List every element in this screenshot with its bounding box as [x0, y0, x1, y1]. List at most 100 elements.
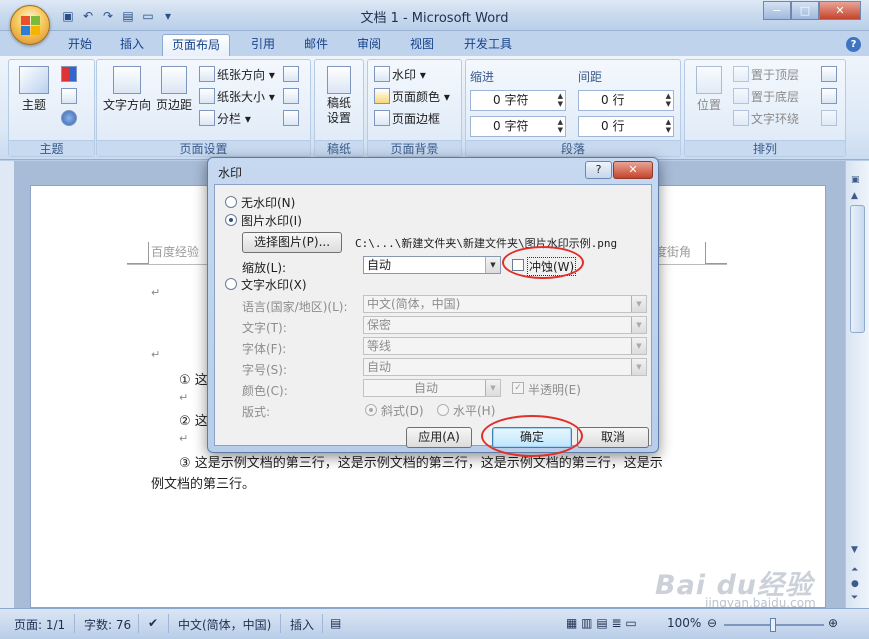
theme-button[interactable]: 主题 — [17, 66, 51, 113]
scale-label: 缩放(L): — [242, 261, 287, 275]
office-button[interactable] — [10, 5, 50, 45]
chevron-down-icon[interactable]: ▼ — [485, 380, 500, 396]
print-layout-icon[interactable]: ▦ — [566, 616, 577, 630]
picture-watermark-label[interactable]: 图片水印(I) — [241, 212, 302, 229]
status-language[interactable]: 中文(简体，中国) — [178, 616, 271, 633]
group-objects-button[interactable] — [821, 88, 839, 104]
chevron-down-icon[interactable]: ▼ — [485, 257, 500, 273]
text-watermark-radio[interactable] — [225, 278, 237, 290]
previous-page-icon[interactable]: ⏶ — [851, 565, 858, 575]
picture-watermark-radio[interactable] — [225, 214, 237, 226]
zoom-level[interactable]: 100% — [667, 616, 701, 630]
dialog-help-button[interactable]: ? — [585, 161, 612, 179]
page-borders-button[interactable]: 页面边框 — [374, 110, 440, 127]
full-screen-reading-icon[interactable]: ▥ — [581, 616, 592, 630]
ruler-toggle-icon[interactable]: ▣ — [851, 175, 860, 185]
help-icon[interactable]: ? — [846, 37, 861, 52]
spacing-after-stepper[interactable]: 0 行 ▲ ▼ — [578, 116, 674, 137]
diagonal-radio[interactable] — [365, 404, 377, 416]
apply-button[interactable]: 应用(A) — [406, 427, 472, 448]
theme-fonts-button[interactable] — [61, 88, 79, 104]
tab-view[interactable]: 视图 — [402, 34, 442, 56]
scale-select[interactable]: 自动 ▼ — [363, 256, 501, 274]
chevron-down-icon[interactable]: ▼ — [631, 317, 646, 333]
dialog-close-button[interactable]: ✕ — [613, 161, 653, 179]
status-insert-mode[interactable]: 插入 — [290, 616, 314, 633]
theme-colors-button[interactable] — [61, 66, 79, 82]
text-watermark-label[interactable]: 文字水印(X) — [241, 276, 307, 293]
draft-icon[interactable]: ▭ — [625, 616, 636, 630]
page-borders-icon — [374, 110, 390, 126]
tab-references[interactable]: 引用 — [243, 34, 283, 56]
tab-mailings[interactable]: 邮件 — [296, 34, 336, 56]
orientation-button[interactable]: 纸张方向 ▾ — [199, 66, 275, 83]
cancel-button[interactable]: 取消 — [577, 427, 649, 448]
diagonal-label[interactable]: 斜式(D) — [381, 402, 424, 419]
indent-left-stepper[interactable]: 0 字符 ▲ ▼ — [470, 90, 566, 111]
theme-effects-button[interactable] — [61, 110, 79, 126]
page-size-button[interactable]: 纸张大小 ▾ — [199, 88, 275, 105]
color-select[interactable]: 自动 ▼ — [363, 379, 501, 397]
macro-record-icon[interactable]: ▤ — [330, 616, 341, 630]
zoom-slider-handle[interactable] — [770, 618, 776, 632]
next-page-icon[interactable]: ⏷ — [851, 593, 858, 603]
stepper-arrows-icon[interactable]: ▲ ▼ — [558, 92, 563, 108]
size-select[interactable]: 自动 ▼ — [363, 358, 647, 376]
chevron-down-icon[interactable]: ▼ — [631, 359, 646, 375]
horizontal-label[interactable]: 水平(H) — [453, 402, 495, 419]
web-layout-icon[interactable]: ▤ — [596, 616, 607, 630]
maximize-button[interactable]: □ — [791, 1, 819, 20]
tab-review[interactable]: 审阅 — [349, 34, 389, 56]
stepper-arrows-icon[interactable]: ▲ ▼ — [558, 118, 563, 134]
chevron-down-icon[interactable]: ▼ — [631, 296, 646, 312]
no-watermark-label[interactable]: 无水印(N) — [241, 194, 295, 211]
line-numbers-button[interactable] — [283, 88, 301, 104]
zoom-in-icon[interactable]: ⊕ — [828, 616, 838, 630]
breaks-button[interactable] — [283, 66, 301, 82]
margins-button[interactable]: 页边距 — [155, 66, 193, 113]
bring-to-front-button[interactable]: 置于顶层 — [733, 66, 799, 83]
text-direction-button[interactable]: 文字方向 — [101, 66, 153, 113]
horizontal-radio[interactable] — [437, 404, 449, 416]
browse-object-icon[interactable]: ● — [851, 579, 859, 589]
position-button[interactable]: 位置 — [691, 66, 727, 113]
hyphenation-button[interactable] — [283, 110, 301, 126]
watermark-button[interactable]: 水印 ▾ — [374, 66, 426, 83]
stepper-arrows-icon[interactable]: ▲ ▼ — [666, 118, 671, 134]
zoom-out-icon[interactable]: ⊖ — [707, 616, 717, 630]
semitransparent-checkbox[interactable]: ✓ — [512, 382, 524, 394]
no-watermark-radio[interactable] — [225, 196, 237, 208]
page-color-button[interactable]: 页面颜色 ▾ — [374, 88, 450, 105]
tab-home[interactable]: 开始 — [60, 34, 100, 56]
columns-button[interactable]: 分栏 ▾ — [199, 110, 251, 127]
font-select[interactable]: 等线 ▼ — [363, 337, 647, 355]
status-word-count[interactable]: 字数: 76 — [84, 616, 131, 633]
scroll-down-icon[interactable]: ▼ — [851, 545, 858, 555]
document-line-4: 例文档的第三行。 — [151, 477, 256, 492]
manuscript-settings-button[interactable]: 稿纸 设置 — [321, 66, 357, 126]
language-select[interactable]: 中文(简体，中国) ▼ — [363, 295, 647, 313]
chevron-down-icon[interactable]: ▼ — [631, 338, 646, 354]
scrollbar-thumb[interactable] — [850, 205, 865, 333]
indent-right-stepper[interactable]: 0 字符 ▲ ▼ — [470, 116, 566, 137]
proofing-icon[interactable]: ✔ — [148, 616, 158, 630]
tab-developer[interactable]: 开发工具 — [458, 34, 518, 56]
status-page[interactable]: 页面: 1/1 — [14, 616, 65, 633]
select-picture-button[interactable]: 选择图片(P)... — [242, 232, 342, 253]
group-arrange-label: 排列 — [685, 140, 845, 156]
stepper-arrows-icon[interactable]: ▲ ▼ — [666, 92, 671, 108]
spacing-before-stepper[interactable]: 0 行 ▲ ▼ — [578, 90, 674, 111]
scroll-up-icon[interactable]: ▲ — [851, 191, 858, 201]
tab-insert[interactable]: 插入 — [112, 34, 152, 56]
close-button[interactable]: ✕ — [819, 1, 861, 20]
vertical-scrollbar[interactable]: ▣ ▲ ▼ ⏶ ● ⏷ — [845, 161, 869, 608]
align-button[interactable] — [821, 66, 839, 82]
minimize-button[interactable]: − — [763, 1, 791, 20]
rotate-button[interactable] — [821, 110, 839, 126]
outline-icon[interactable]: ≣ — [612, 616, 622, 630]
semitransparent-label[interactable]: 半透明(E) — [528, 381, 581, 398]
text-select[interactable]: 保密 ▼ — [363, 316, 647, 334]
send-to-back-button[interactable]: 置于底层 — [733, 88, 799, 105]
tab-page-layout[interactable]: 页面布局 — [162, 34, 230, 56]
text-wrap-button[interactable]: 文字环绕 — [733, 110, 799, 127]
